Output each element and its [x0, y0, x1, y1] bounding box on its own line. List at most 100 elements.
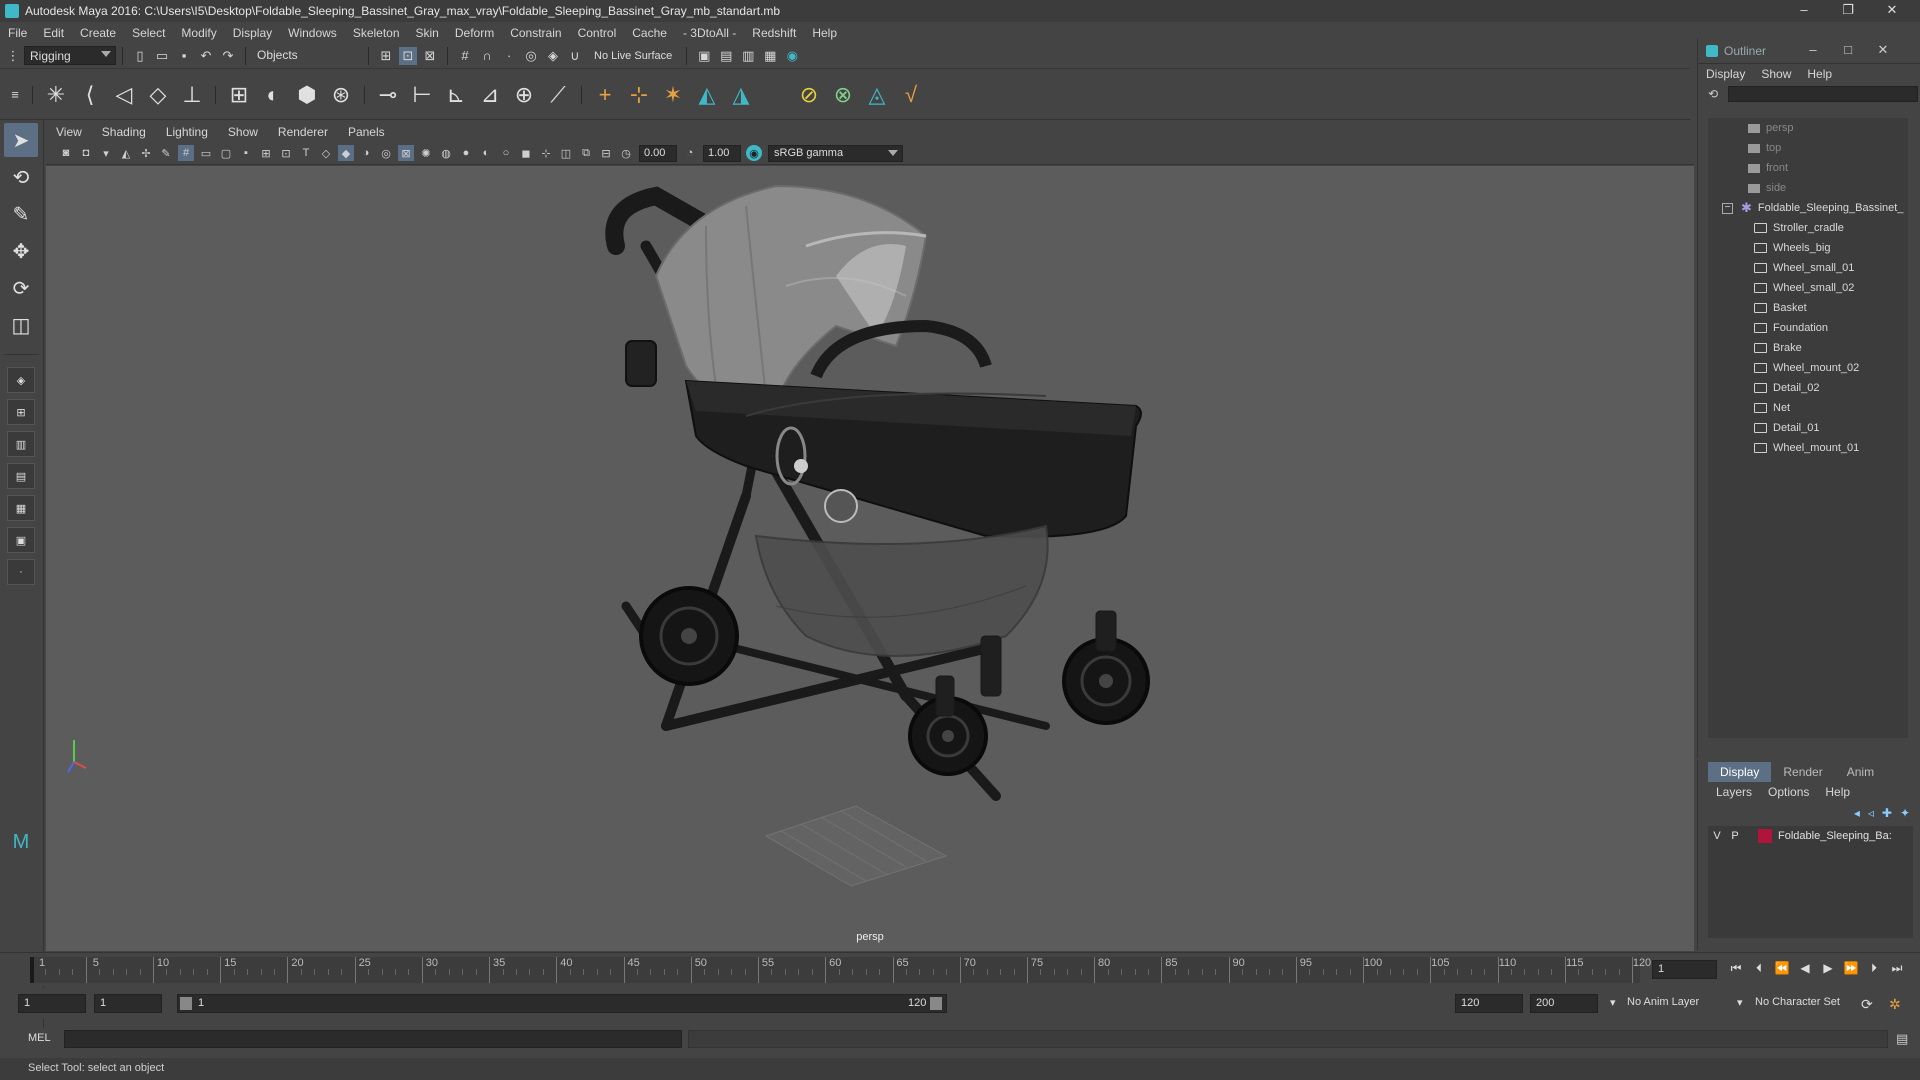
scene-start-field[interactable]: 1 — [18, 994, 86, 1013]
depth-of-field-icon[interactable]: ◼ — [518, 145, 534, 161]
anti-alias-icon[interactable]: ○ — [498, 145, 514, 161]
brush-icon[interactable]: ⊗ — [826, 78, 860, 112]
menu-select[interactable]: Select — [124, 26, 173, 40]
chevron-down-icon[interactable]: ▾ — [1732, 994, 1748, 1013]
shadows-icon[interactable]: ◍ — [438, 145, 454, 161]
point-constraint-icon[interactable]: ⊸ — [371, 78, 405, 112]
checkmark-icon[interactable]: √ — [894, 78, 928, 112]
outliner-menu-display[interactable]: Display — [1698, 67, 1753, 81]
hypershade-icon[interactable]: ◉ — [783, 47, 801, 65]
outliner-item-persp[interactable]: persp — [1708, 118, 1908, 138]
image-plane-icon[interactable]: ◭ — [118, 145, 134, 161]
auto-key-icon[interactable]: ⟳ — [1856, 994, 1878, 1013]
outliner-menu-show[interactable]: Show — [1753, 67, 1799, 81]
orient-constraint-icon[interactable]: ⊾ — [439, 78, 473, 112]
xray-joints-icon[interactable]: ⧉ — [578, 145, 594, 161]
bind-skin-icon[interactable]: ⊞ — [222, 78, 256, 112]
step-back-frame-icon[interactable]: ⏴ — [1750, 961, 1768, 979]
step-forward-key-icon[interactable]: ⏩ — [1842, 961, 1860, 979]
snap-surface-icon[interactable]: ◈ — [544, 47, 562, 65]
lights-icon[interactable]: ✺ — [418, 145, 434, 161]
outliner-item-stroller-cradle[interactable]: Stroller_cradle — [1708, 218, 1908, 238]
hypergraph-layout-icon[interactable]: ▣ — [7, 527, 35, 553]
restore-button[interactable]: ❐ — [1826, 0, 1870, 22]
layer-color-swatch[interactable] — [1758, 829, 1772, 843]
playhead[interactable] — [30, 957, 34, 983]
grease-pencil-icon[interactable]: ✎ — [158, 145, 174, 161]
menu-modify[interactable]: Modify — [173, 26, 224, 40]
resolution-gate-icon[interactable]: ▢ — [218, 145, 234, 161]
pole-vector-icon[interactable]: ⟋ — [541, 78, 575, 112]
isolate-select-icon[interactable]: ⊹ — [538, 145, 554, 161]
menu-redshift[interactable]: Redshift — [744, 26, 804, 40]
save-scene-icon[interactable]: ▪ — [175, 47, 193, 65]
outliner-layout-icon[interactable]: ▤ — [7, 463, 35, 489]
menu-edit[interactable]: Edit — [35, 26, 72, 40]
scale-constraint-icon[interactable]: ⊿ — [473, 78, 507, 112]
tab-render[interactable]: Render — [1771, 762, 1834, 782]
command-input[interactable] — [64, 1030, 682, 1048]
outliner-menu-help[interactable]: Help — [1799, 67, 1840, 81]
current-frame-field[interactable]: 1 — [1652, 960, 1717, 979]
menu-deform[interactable]: Deform — [447, 26, 502, 40]
outliner-item-wheels-big[interactable]: Wheels_big — [1708, 238, 1908, 258]
wireframe-on-shaded-icon[interactable]: ⊠ — [398, 145, 414, 161]
new-scene-icon[interactable]: ▯ — [131, 47, 149, 65]
snap-grid-icon[interactable]: # — [456, 47, 474, 65]
ipr-render-icon[interactable]: ▥ — [739, 47, 757, 65]
mirror-joint-icon[interactable]: ◇ — [141, 78, 175, 112]
panel-menu-view[interactable]: View — [46, 125, 92, 139]
move-tool-icon[interactable]: ✥ — [4, 234, 38, 268]
rotate-tool-icon[interactable]: ⟳ — [4, 271, 38, 305]
menu-set-select[interactable]: Rigging — [24, 46, 116, 65]
smooth-shade-icon[interactable]: ◆ — [338, 145, 354, 161]
new-layer-icon[interactable]: ✚ — [1882, 806, 1892, 820]
paint-select-icon[interactable]: ✎ — [4, 197, 38, 231]
panel-menu-panels[interactable]: Panels — [338, 125, 395, 139]
outliner-item-foundation[interactable]: Foundation — [1708, 318, 1908, 338]
locator-icon[interactable]: + — [588, 78, 622, 112]
select-tool-icon[interactable]: ➤ — [4, 123, 38, 157]
gate-mask-icon[interactable]: ▪ — [238, 145, 254, 161]
safe-title-icon[interactable]: T — [298, 145, 314, 161]
render-view-icon[interactable]: ▣ — [695, 47, 713, 65]
xray-components-icon[interactable]: ⊟ — [598, 145, 614, 161]
animation-prefs-icon[interactable]: ✲ — [1884, 994, 1906, 1013]
bookmark-icon[interactable]: ▾ — [98, 145, 114, 161]
layer-menu-help[interactable]: Help — [1817, 785, 1858, 799]
set-driven-key-icon[interactable]: ✶ — [656, 78, 690, 112]
range-slider[interactable]: 1 120 — [177, 994, 947, 1013]
undo-icon[interactable]: ↶ — [197, 47, 215, 65]
selection-mode-select[interactable]: Objects — [252, 46, 362, 65]
menu-windows[interactable]: Windows — [280, 26, 345, 40]
side-by-side-layout-icon[interactable]: ▥ — [7, 431, 35, 457]
orient-joint-icon[interactable]: ⊥ — [175, 78, 209, 112]
scale-tool-icon[interactable]: ◫ — [4, 308, 38, 342]
outliner-item-wheel-small-02[interactable]: Wheel_small_02 — [1708, 278, 1908, 298]
paint-weights-icon[interactable]: ◐ — [256, 78, 290, 112]
menu-skeleton[interactable]: Skeleton — [345, 26, 408, 40]
script-language-toggle[interactable]: MEL — [28, 1032, 51, 1044]
outliner-item-basket[interactable]: Basket — [1708, 298, 1908, 318]
outliner-maximize-button[interactable]: □ — [1833, 42, 1863, 57]
view-transform-select[interactable]: sRGB gamma — [768, 144, 903, 162]
range-end-handle[interactable] — [930, 997, 942, 1010]
move-layer-down-icon[interactable]: ◃ — [1868, 806, 1874, 820]
outliner-item-side[interactable]: side — [1708, 178, 1908, 198]
layer-menu-layers[interactable]: Layers — [1708, 785, 1760, 799]
ambient-occlusion-icon[interactable]: ● — [458, 145, 474, 161]
menu-display[interactable]: Display — [225, 26, 280, 40]
single-view-layout-icon[interactable]: ◈ — [7, 367, 35, 393]
make-live-icon[interactable]: ∪ — [566, 47, 584, 65]
textured-icon[interactable]: ◎ — [378, 145, 394, 161]
go-to-start-icon[interactable]: ⏮ — [1727, 961, 1745, 979]
render-settings-icon[interactable]: ▦ — [761, 47, 779, 65]
menu-create[interactable]: Create — [72, 26, 124, 40]
minimize-button[interactable]: – — [1782, 0, 1826, 22]
field-chart-icon[interactable]: ⊞ — [258, 145, 274, 161]
anim-layer-select[interactable]: No Anim Layer — [1622, 994, 1742, 1013]
exposure-field[interactable]: 0.00 — [639, 144, 677, 162]
select-hierarchy-icon[interactable]: ⊞ — [377, 47, 395, 65]
menu-constrain[interactable]: Constrain — [502, 26, 569, 40]
exposure-icon[interactable]: ◷ — [618, 145, 634, 161]
